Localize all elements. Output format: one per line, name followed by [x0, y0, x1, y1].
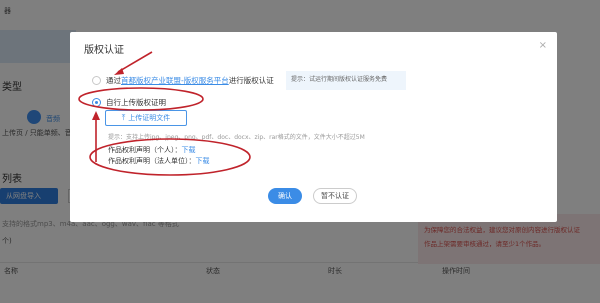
dialog-title: 版权认证: [84, 45, 124, 56]
skip-certification-button[interactable]: 暂不认证: [313, 188, 357, 204]
upload-icon: ⤒: [121, 113, 126, 122]
option-platform-prefix: 通过: [106, 76, 121, 85]
free-service-hint: 提示：试运行期间版权认证服务免费: [286, 71, 406, 90]
platform-link[interactable]: 首都版权产业联盟-版权服务平台: [121, 76, 229, 85]
radio-platform-certification[interactable]: [92, 76, 101, 85]
option-platform-text: 通过首都版权产业联盟-版权服务平台进行版权认证: [106, 75, 274, 86]
declaration-personal-label: 作品权利声明（个人）：: [108, 146, 182, 154]
confirm-button[interactable]: 确认: [268, 188, 302, 204]
declaration-entity-label: 作品权利声明（法人单位）：: [108, 157, 196, 165]
close-icon[interactable]: ×: [539, 40, 547, 51]
option-self-upload-text: 自行上传版权证明: [106, 98, 166, 107]
declaration-personal: 作品权利声明（个人）：下载: [108, 145, 196, 155]
option-platform-suffix: 进行版权认证: [228, 76, 274, 85]
declaration-entity: 作品权利声明（法人单位）：下载: [108, 156, 210, 166]
download-personal-link[interactable]: 下载: [182, 146, 196, 154]
upload-proof-button[interactable]: ⤒ 上传证明文件: [105, 110, 187, 126]
download-entity-link[interactable]: 下载: [196, 157, 210, 165]
file-format-tip: 提示：支持上传jpg、jpeg、png、pdf、doc、docx、zip、rar…: [108, 134, 365, 141]
upload-proof-label: 上传证明文件: [128, 114, 171, 122]
copyright-dialog: 版权认证 × 通过首都版权产业联盟-版权服务平台进行版权认证 提示：试运行期间版…: [70, 32, 557, 222]
radio-self-upload[interactable]: [92, 98, 101, 107]
